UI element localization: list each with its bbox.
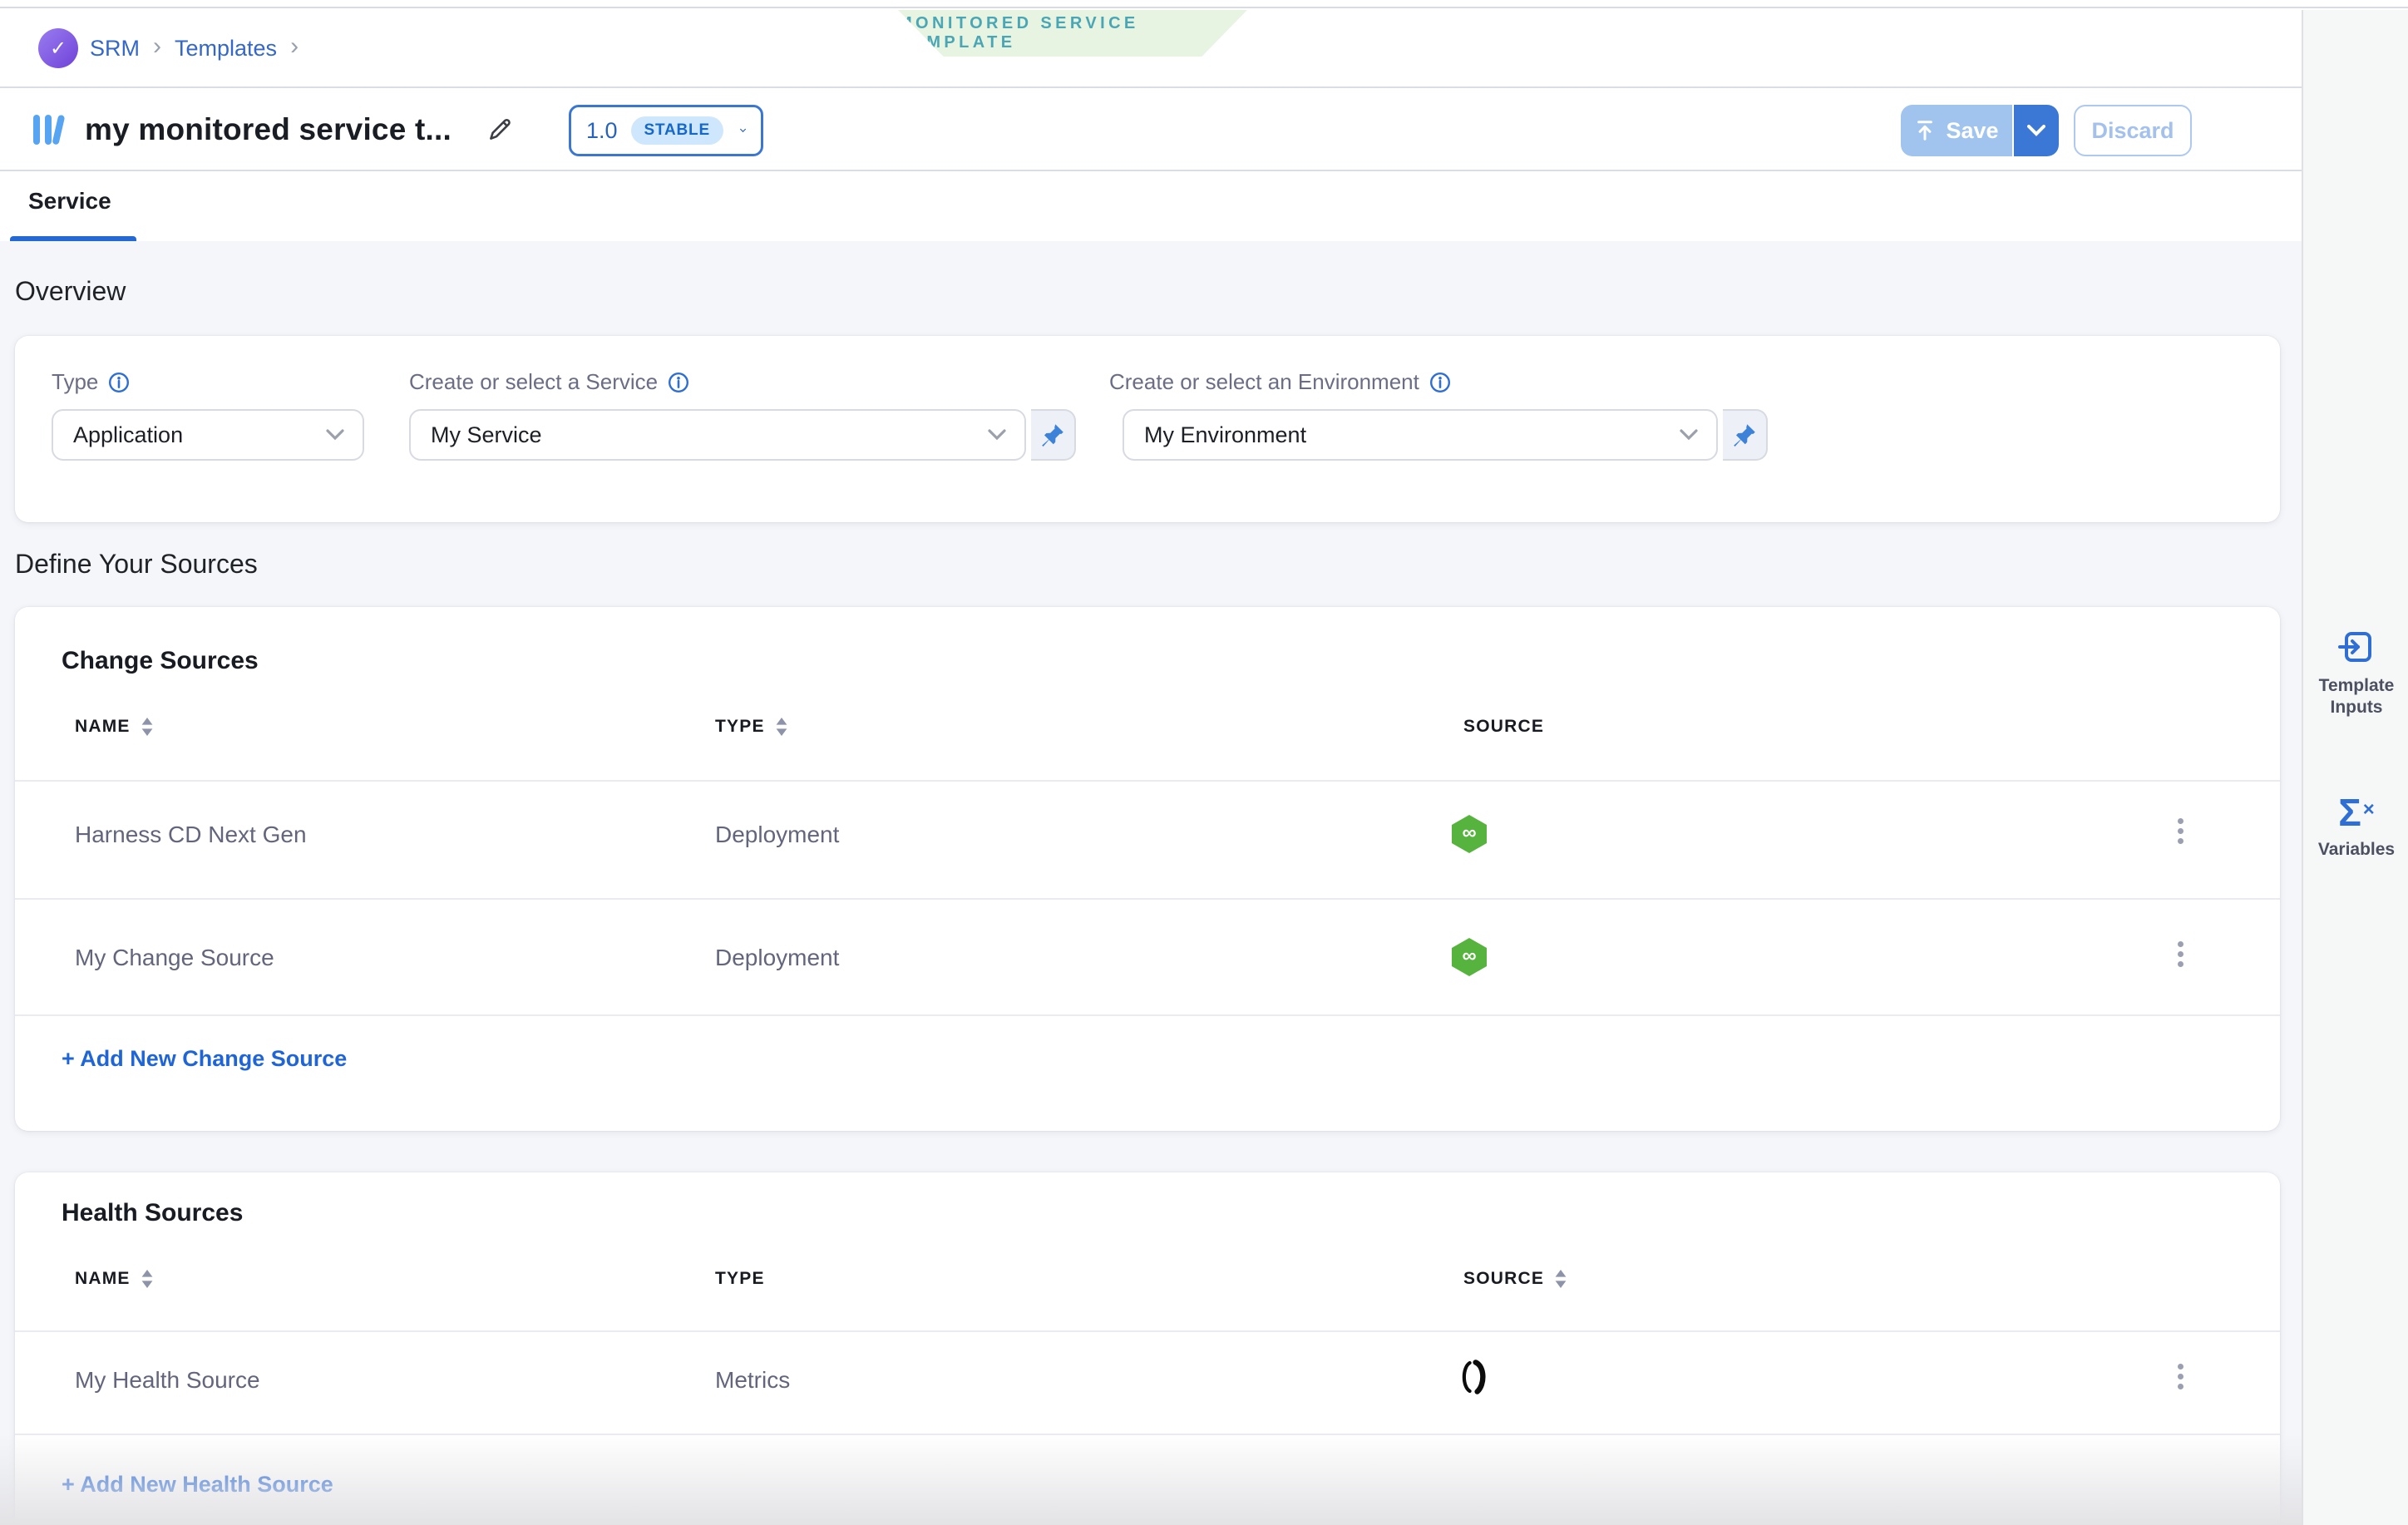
pin-icon xyxy=(1733,423,1756,447)
info-icon[interactable] xyxy=(108,372,130,393)
row-type: Deployment xyxy=(715,945,839,971)
template-library-icon xyxy=(28,110,68,150)
harness-module-icon: ✓ xyxy=(38,28,78,68)
pin-environment-button[interactable] xyxy=(1723,409,1768,461)
save-button[interactable]: Save xyxy=(1901,105,2014,156)
harness-cd-source-icon: ∞ xyxy=(1452,815,1487,853)
divider xyxy=(15,780,2280,782)
type-field-label: Type xyxy=(52,369,130,395)
appdynamics-source-icon xyxy=(1455,1359,1492,1395)
top-strip xyxy=(0,0,2408,8)
chevron-down-icon xyxy=(740,125,746,136)
sort-icon xyxy=(775,717,788,737)
save-label: Save xyxy=(1946,118,1998,144)
breadcrumb-link-templates[interactable]: Templates xyxy=(175,36,277,62)
page-title: my monitored service t... xyxy=(85,112,452,147)
edit-title-button[interactable] xyxy=(481,111,518,148)
overview-heading: Overview xyxy=(15,276,126,307)
row-menu-button[interactable] xyxy=(2167,818,2193,844)
add-change-source-button[interactable]: + Add New Change Source xyxy=(62,1046,347,1072)
version-selector[interactable]: 1.0 STABLE xyxy=(569,105,763,156)
info-icon[interactable] xyxy=(668,372,689,393)
health-sources-card: Health Sources NAME TYPE SOURCE My Healt… xyxy=(15,1172,2280,1525)
variables-button[interactable]: Σ× Variables xyxy=(2303,792,2408,861)
row-name: My Health Source xyxy=(75,1367,260,1394)
row-menu-button[interactable] xyxy=(2167,941,2193,967)
chevron-down-icon xyxy=(1680,429,1698,441)
badge-label: MONITORED SERVICE TEMPLATE xyxy=(898,14,1247,52)
chevron-down-icon xyxy=(326,429,344,441)
template-inputs-label: Template Inputs xyxy=(2308,675,2405,718)
column-header-source[interactable]: SOURCE xyxy=(1463,1269,1567,1289)
template-toolbar: my monitored service t... 1.0 STABLE VIS… xyxy=(0,90,2408,171)
row-type: Metrics xyxy=(715,1367,790,1394)
version-number: 1.0 xyxy=(586,118,618,144)
save-split-button: Save xyxy=(1901,105,2059,156)
chevron-down-icon xyxy=(988,429,1006,441)
column-header-source: SOURCE xyxy=(1463,717,1544,737)
template-inputs-icon xyxy=(2336,627,2376,667)
monitored-service-template-badge: MONITORED SERVICE TEMPLATE xyxy=(898,10,1247,57)
column-header-type: TYPE xyxy=(715,1269,765,1289)
overview-card: Type Application Create or select a Serv… xyxy=(15,336,2280,522)
breadcrumb: ✓ SRM › Templates › xyxy=(38,10,300,86)
row-type: Deployment xyxy=(715,822,839,848)
main-content: Overview Type Application Create or sele… xyxy=(0,241,2302,1525)
column-header-name[interactable]: NAME xyxy=(75,1269,154,1289)
sort-icon xyxy=(1554,1269,1567,1289)
define-sources-heading: Define Your Sources xyxy=(15,549,258,580)
service-field-label: Create or select a Service xyxy=(409,369,689,395)
type-select[interactable]: Application xyxy=(52,409,364,461)
breadcrumb-separator-icon: › xyxy=(289,34,300,62)
discard-button[interactable]: Discard xyxy=(2074,105,2192,156)
divider xyxy=(15,1014,2280,1016)
health-sources-title: Health Sources xyxy=(62,1199,243,1227)
upload-icon xyxy=(1914,120,1936,141)
pencil-icon xyxy=(486,116,514,144)
sort-icon xyxy=(141,1269,154,1289)
variables-label: Variables xyxy=(2308,839,2405,861)
add-health-source-button[interactable]: + Add New Health Source xyxy=(62,1472,333,1498)
template-inputs-button[interactable]: Template Inputs xyxy=(2303,627,2408,718)
service-select[interactable]: My Service xyxy=(409,409,1026,461)
environment-field-label: Create or select an Environment xyxy=(1109,369,1451,395)
environment-select[interactable]: My Environment xyxy=(1123,409,1718,461)
pin-service-button[interactable] xyxy=(1031,409,1076,461)
change-sources-card: Change Sources NAME TYPE SOURCE Harness … xyxy=(15,607,2280,1131)
info-icon[interactable] xyxy=(1429,372,1451,393)
harness-cd-source-icon: ∞ xyxy=(1452,938,1487,976)
breadcrumb-separator-icon: › xyxy=(151,34,163,62)
column-header-name[interactable]: NAME xyxy=(75,717,154,737)
divider xyxy=(15,1434,2280,1435)
column-header-type[interactable]: TYPE xyxy=(715,717,788,737)
tab-bar: Service xyxy=(0,173,2302,241)
chevron-down-icon xyxy=(2027,125,2045,136)
variables-icon: Σ× xyxy=(2338,792,2375,831)
title-group: my monitored service t... xyxy=(28,90,518,170)
row-menu-button[interactable] xyxy=(2167,1364,2193,1389)
tab-service[interactable]: Service xyxy=(28,188,111,215)
monitored-service-template-page: ✓ SRM › Templates › MONITORED SERVICE TE… xyxy=(0,0,2408,1525)
stable-badge: STABLE xyxy=(631,116,723,145)
save-options-button[interactable] xyxy=(2014,105,2059,156)
breadcrumb-link-srm[interactable]: SRM xyxy=(90,36,140,62)
pin-icon xyxy=(1041,423,1064,447)
divider xyxy=(15,898,2280,900)
row-name: Harness CD Next Gen xyxy=(75,822,307,848)
row-name: My Change Source xyxy=(75,945,274,971)
sort-icon xyxy=(141,717,154,737)
change-sources-title: Change Sources xyxy=(62,647,259,675)
right-panel: Template Inputs Σ× Variables xyxy=(2302,10,2408,1525)
divider xyxy=(15,1330,2280,1332)
